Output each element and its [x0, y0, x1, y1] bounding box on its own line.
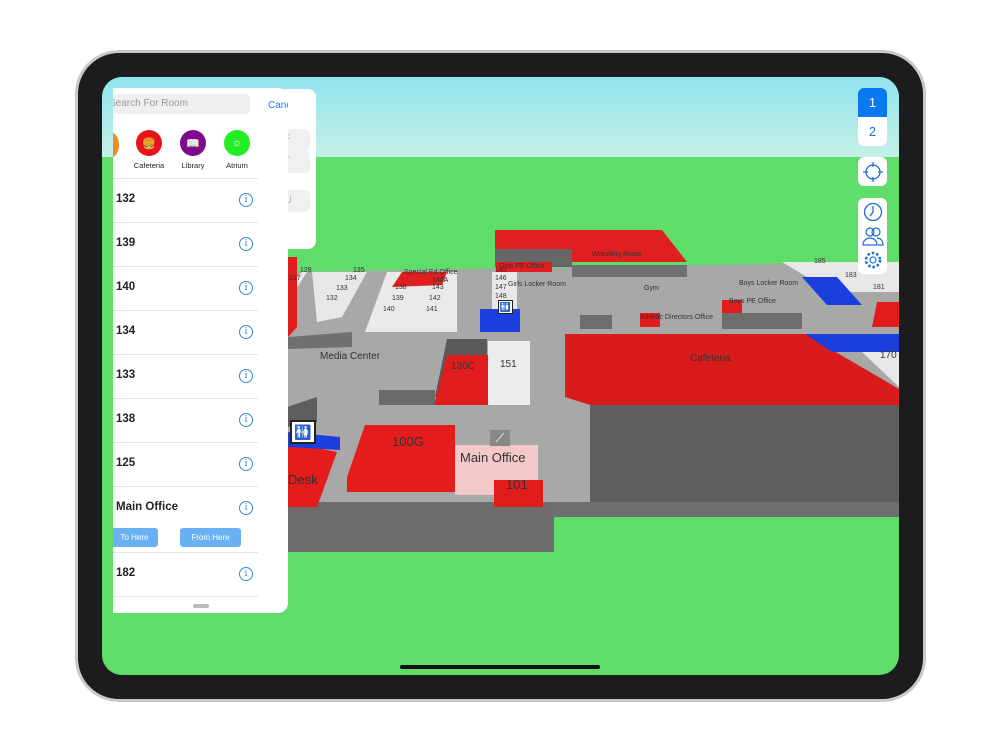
info-icon[interactable]: i	[239, 567, 253, 581]
drag-handle[interactable]	[193, 604, 209, 608]
label-girls-locker: Girls Locker Room	[508, 281, 566, 288]
info-icon[interactable]: i	[239, 237, 253, 251]
info-icon[interactable]: i	[239, 501, 253, 515]
label-gym: Gym	[644, 285, 659, 292]
label-boys-locker: Boys Locker Room	[739, 280, 799, 287]
label-128: 128	[300, 267, 312, 274]
info-icon[interactable]: i	[239, 193, 253, 207]
info-icon[interactable]: i	[239, 413, 253, 427]
label-athletic: Athletic Directors Office	[640, 314, 714, 321]
list-item[interactable]: 182 i	[113, 552, 258, 596]
label-desk: Desk	[288, 472, 318, 487]
label-151: 151	[500, 359, 517, 370]
info-icon[interactable]: i	[239, 281, 253, 295]
label-141: 141	[426, 306, 438, 313]
label-127: 127	[289, 275, 301, 282]
users-icon[interactable]	[861, 226, 884, 246]
label-142: 142	[429, 295, 441, 302]
label-145: 145	[495, 267, 507, 274]
label-cafeteria: Cafeteria	[690, 353, 731, 364]
book-icon: 📖	[180, 130, 206, 156]
label-wrestling: Wrestling Room	[592, 251, 642, 258]
label-main-office: Main Office	[460, 450, 526, 465]
cancel-button[interactable]: Cancel	[268, 100, 288, 111]
label-special-ed: Special Ed Office	[404, 269, 458, 276]
burger-icon: 🍔	[136, 130, 162, 156]
label-133: 133	[336, 285, 348, 292]
label-140: 140	[383, 306, 395, 313]
base-right	[554, 502, 899, 517]
label-181: 181	[873, 284, 885, 291]
label-101: 101	[506, 477, 528, 492]
stairs-icon[interactable]: ⟋	[490, 430, 510, 446]
list-item[interactable]: 139 i	[113, 222, 258, 266]
floor-2-button[interactable]: 2	[858, 117, 887, 146]
category-cafeteria[interactable]: 🍔 Cafeteria	[129, 130, 169, 170]
info-icon[interactable]: i	[239, 325, 253, 339]
label-100g: 100G	[392, 434, 424, 449]
category-library[interactable]: 📖 Library	[173, 130, 213, 170]
restroom-icon[interactable]: 🚻	[290, 420, 316, 444]
label-146: 146	[495, 275, 507, 282]
clock-icon[interactable]	[863, 202, 883, 222]
label-134: 134	[345, 275, 357, 282]
list-item[interactable]: 138 i	[113, 398, 258, 442]
base-dark	[288, 502, 554, 552]
label-130c: 130C	[451, 361, 475, 372]
list-item[interactable]: 125 i	[113, 442, 258, 486]
label-148: 148	[495, 293, 507, 300]
crosshair-icon	[862, 161, 883, 182]
locate-button[interactable]	[858, 157, 887, 186]
category-atrium[interactable]: ☼ Atrium	[217, 130, 257, 170]
label-143: 143	[432, 284, 444, 291]
label-147: 147	[495, 284, 507, 291]
tools-group	[858, 198, 887, 274]
label-media-center: Media Center	[320, 351, 381, 362]
label-132: 132	[326, 295, 338, 302]
to-here-button[interactable]: To Here	[113, 528, 158, 547]
room-search-panel: Search For Room Cancel 🍔Cafeteria 📖Libra…	[113, 88, 288, 613]
room-151	[488, 341, 530, 405]
label-135: 135	[353, 267, 365, 274]
info-icon[interactable]: i	[239, 457, 253, 471]
list-item[interactable]: 133 i	[113, 354, 258, 398]
label-185: 185	[814, 258, 826, 265]
gear-icon[interactable]	[863, 250, 883, 270]
label-170: 170	[880, 350, 897, 361]
search-input[interactable]: Search For Room	[113, 94, 250, 114]
info-icon[interactable]: i	[239, 369, 253, 383]
sun-icon: ☼	[224, 130, 250, 156]
label-183: 183	[845, 272, 857, 279]
screen: Media Center Cafeteria Main Office 100G …	[102, 77, 899, 675]
label-138: 138	[395, 284, 407, 291]
category-partial[interactable]	[113, 132, 119, 158]
divider	[113, 596, 258, 597]
home-indicator[interactable]	[400, 665, 600, 669]
label-boys-pe: Boys PE Office	[729, 298, 776, 305]
from-here-button[interactable]: From Here	[180, 528, 241, 547]
floor-selector: 1 2	[858, 88, 887, 146]
list-item[interactable]: 132 i	[113, 178, 258, 222]
list-item[interactable]: 134 i	[113, 310, 258, 354]
list-item[interactable]: 140 i	[113, 266, 258, 310]
label-144a: 144A	[432, 277, 449, 284]
floor-1-button[interactable]: 1	[858, 88, 887, 117]
restroom-icon[interactable]: 🚻	[498, 300, 513, 314]
label-139: 139	[392, 295, 404, 302]
